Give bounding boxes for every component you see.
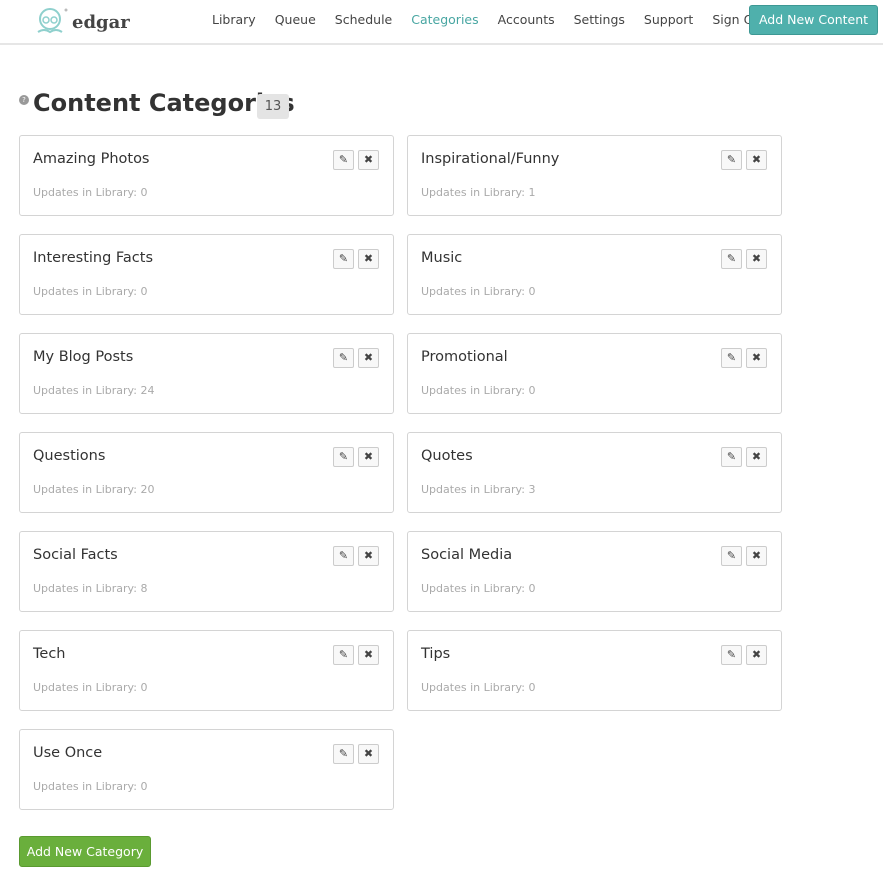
category-card: Questions Updates in Library: 20 ✎ ✖	[19, 432, 394, 513]
category-update-count: Updates in Library: 24	[33, 384, 155, 397]
category-name: Amazing Photos	[33, 151, 150, 167]
category-card: Social Facts Updates in Library: 8 ✎ ✖	[19, 531, 394, 612]
main-nav: Library Queue Schedule Categories Accoun…	[212, 12, 785, 27]
edgar-logo[interactable]: edgar	[32, 6, 130, 38]
category-name: Interesting Facts	[33, 250, 154, 266]
category-update-count: Updates in Library: 0	[421, 285, 536, 298]
category-count-badge: 13	[257, 94, 289, 119]
category-card: Promotional Updates in Library: 0 ✎ ✖	[407, 333, 782, 414]
help-icon[interactable]: ?	[19, 95, 29, 105]
delete-x-icon[interactable]: ✖	[746, 447, 767, 467]
category-card: Tips Updates in Library: 0 ✎ ✖	[407, 630, 782, 711]
nav-queue[interactable]: Queue	[275, 12, 316, 27]
edit-pencil-icon[interactable]: ✎	[333, 150, 354, 170]
brand-name: edgar	[72, 11, 130, 33]
page-title: Content Categories	[33, 89, 295, 117]
category-card: Quotes Updates in Library: 3 ✎ ✖	[407, 432, 782, 513]
category-update-count: Updates in Library: 1	[421, 186, 536, 199]
category-card: My Blog Posts Updates in Library: 24 ✎ ✖	[19, 333, 394, 414]
category-name: Social Facts	[33, 547, 118, 563]
category-card: Amazing Photos Updates in Library: 0 ✎ ✖	[19, 135, 394, 216]
edit-pencil-icon[interactable]: ✎	[333, 744, 354, 764]
delete-x-icon[interactable]: ✖	[358, 150, 379, 170]
category-update-count: Updates in Library: 0	[421, 582, 536, 595]
category-name: Social Media	[421, 547, 513, 563]
edit-pencil-icon[interactable]: ✎	[721, 150, 742, 170]
category-name: Music	[421, 250, 463, 266]
category-update-count: Updates in Library: 0	[421, 384, 536, 397]
delete-x-icon[interactable]: ✖	[358, 249, 379, 269]
category-card: Tech Updates in Library: 0 ✎ ✖	[19, 630, 394, 711]
nav-library[interactable]: Library	[212, 12, 256, 27]
delete-x-icon[interactable]: ✖	[358, 645, 379, 665]
category-update-count: Updates in Library: 8	[33, 582, 148, 595]
top-header: edgar Library Queue Schedule Categories …	[0, 0, 883, 45]
delete-x-icon[interactable]: ✖	[358, 744, 379, 764]
category-name: My Blog Posts	[33, 349, 134, 365]
edit-pencil-icon[interactable]: ✎	[333, 348, 354, 368]
delete-x-icon[interactable]: ✖	[746, 546, 767, 566]
nav-accounts[interactable]: Accounts	[498, 12, 555, 27]
add-new-category-button[interactable]: Add New Category	[19, 836, 151, 867]
category-name: Tips	[421, 646, 451, 662]
category-name: Inspirational/Funny	[421, 151, 560, 167]
category-update-count: Updates in Library: 0	[33, 285, 148, 298]
delete-x-icon[interactable]: ✖	[746, 645, 767, 665]
nav-support[interactable]: Support	[644, 12, 693, 27]
category-card: Inspirational/Funny Updates in Library: …	[407, 135, 782, 216]
nav-categories[interactable]: Categories	[411, 12, 478, 27]
delete-x-icon[interactable]: ✖	[358, 546, 379, 566]
category-name: Tech	[33, 646, 66, 662]
category-name: Questions	[33, 448, 106, 464]
category-name: Quotes	[421, 448, 473, 464]
category-update-count: Updates in Library: 0	[421, 681, 536, 694]
category-card: Interesting Facts Updates in Library: 0 …	[19, 234, 394, 315]
add-new-content-button[interactable]: Add New Content	[749, 5, 878, 35]
edit-pencil-icon[interactable]: ✎	[721, 249, 742, 269]
edit-pencil-icon[interactable]: ✎	[721, 348, 742, 368]
edit-pencil-icon[interactable]: ✎	[333, 546, 354, 566]
category-card: Social Media Updates in Library: 0 ✎ ✖	[407, 531, 782, 612]
delete-x-icon[interactable]: ✖	[746, 249, 767, 269]
edit-pencil-icon[interactable]: ✎	[721, 546, 742, 566]
edit-pencil-icon[interactable]: ✎	[721, 447, 742, 467]
category-update-count: Updates in Library: 0	[33, 780, 148, 793]
delete-x-icon[interactable]: ✖	[358, 348, 379, 368]
delete-x-icon[interactable]: ✖	[746, 348, 767, 368]
edit-pencil-icon[interactable]: ✎	[333, 249, 354, 269]
edit-pencil-icon[interactable]: ✎	[333, 645, 354, 665]
category-card: Music Updates in Library: 0 ✎ ✖	[407, 234, 782, 315]
octopus-logo-icon	[37, 8, 68, 34]
delete-x-icon[interactable]: ✖	[358, 447, 379, 467]
category-card: Use Once Updates in Library: 0 ✎ ✖	[19, 729, 394, 810]
delete-x-icon[interactable]: ✖	[746, 150, 767, 170]
category-update-count: Updates in Library: 3	[421, 483, 536, 496]
nav-settings[interactable]: Settings	[574, 12, 625, 27]
category-update-count: Updates in Library: 0	[33, 186, 148, 199]
edit-pencil-icon[interactable]: ✎	[721, 645, 742, 665]
category-update-count: Updates in Library: 0	[33, 681, 148, 694]
category-name: Use Once	[33, 745, 103, 761]
edit-pencil-icon[interactable]: ✎	[333, 447, 354, 467]
category-update-count: Updates in Library: 20	[33, 483, 155, 496]
category-name: Promotional	[421, 349, 508, 365]
nav-schedule[interactable]: Schedule	[335, 12, 392, 27]
